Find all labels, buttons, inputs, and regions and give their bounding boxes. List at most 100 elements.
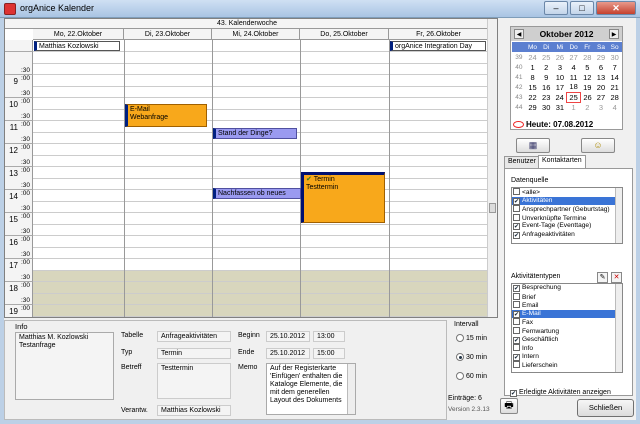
checkbox-icon[interactable] [513,344,520,352]
list-item-selected[interactable]: ✔ Aktivitäten [512,196,622,206]
list-item[interactable]: Fax [512,318,622,327]
slot-row[interactable] [33,64,489,75]
checkbox-checked-icon[interactable]: ✔ [510,390,517,397]
day-cell-highlighted[interactable]: 25 [566,91,581,103]
checkbox-checked-icon[interactable]: ✔ [513,197,520,205]
day-header-do[interactable]: Do, 25.Oktober [300,29,389,40]
checkbox-icon[interactable] [513,301,520,309]
day-cell[interactable]: 25 [539,52,553,62]
day-cell[interactable]: 8 [526,72,540,82]
list-scrollbar[interactable] [615,188,622,243]
interval-option-30[interactable]: 30 min [456,353,487,361]
scrollbar-thumb[interactable] [489,203,496,213]
list-item[interactable]: Brief [512,292,622,302]
slot-row-offhours[interactable] [33,305,489,317]
day-cell[interactable]: 14 [608,72,622,82]
day-cell[interactable]: 18 [567,82,581,92]
day-cell[interactable]: 24 [553,92,567,102]
day-cell[interactable]: 26 [580,92,594,102]
day-cell[interactable]: 22 [526,92,540,102]
list-item[interactable]: Info [512,344,622,353]
checkbox-icon[interactable] [513,318,520,326]
appointment-di-email[interactable]: E-Mail Webanfrage [125,104,207,127]
day-header-di[interactable]: Di, 23.Oktober [124,29,212,40]
day-cell[interactable]: 17 [553,82,567,92]
erledigt-checkbox[interactable]: ✔ Erledigte Aktivitäten anzeigen [510,389,611,397]
slot-row[interactable] [33,248,489,259]
list-item[interactable]: Fernwartung [512,326,622,336]
tab-benutzer[interactable]: Benutzer [504,156,541,168]
contacts-button[interactable]: ☺ [581,138,615,153]
interval-option-60[interactable]: 60 min [456,372,487,380]
list-item[interactable]: Ansprechpartner (Geburtstag) [512,205,622,214]
slot-row[interactable] [33,167,489,179]
appointment-mi-nachfassen[interactable]: Nachfassen ob neues [213,188,301,199]
day-cell[interactable]: 31 [553,102,567,112]
list-item[interactable]: <alle> [512,188,622,197]
checkbox-checked-icon[interactable]: ✔ [513,285,520,292]
time-grid[interactable]: :30 9:00:30 10:00:30 11:00:30 12:00:30 1… [5,40,489,317]
day-cell[interactable]: 30 [608,52,622,62]
day-cell[interactable]: 4 [567,62,581,72]
day-cell[interactable]: 3 [594,102,608,112]
day-cell[interactable]: 2 [539,62,553,72]
day-header-fr[interactable]: Fr, 26.Oktober [389,29,489,40]
today-link[interactable]: Heute: 07.08.2012 [513,120,593,129]
list-item[interactable]: Email [512,301,622,310]
checkbox-icon[interactable] [513,361,520,369]
day-cell[interactable]: 28 [580,52,594,62]
next-month-button[interactable]: ▶ [609,29,619,39]
slot-row[interactable] [33,98,489,110]
list-item[interactable]: ✔ Besprechung [512,284,622,293]
day-cell[interactable]: 7 [608,62,622,72]
checkbox-checked-icon[interactable]: ✔ [513,223,520,231]
day-cell[interactable]: 29 [594,52,608,62]
day-cell[interactable]: 9 [539,72,553,82]
slot-row[interactable] [33,156,489,167]
day-cell[interactable]: 19 [580,82,594,92]
day-cell[interactable]: 1 [567,102,581,112]
checkbox-icon[interactable] [513,326,520,334]
list-item[interactable]: ✔ Intern [512,353,622,362]
day-cell[interactable]: 21 [608,82,622,92]
slot-row[interactable] [33,144,489,156]
datenquelle-list[interactable]: <alle> ✔ Aktivitäten Ansprechpartner (Geb… [511,187,623,244]
day-cell[interactable]: 2 [580,102,594,112]
checkbox-checked-icon[interactable]: ✔ [513,310,520,318]
close-window-button[interactable]: ✕ [596,1,636,15]
edit-types-button[interactable]: ✎ [597,272,608,283]
day-cell[interactable]: 24 [526,52,540,62]
calendar-scrollbar[interactable] [487,19,497,317]
day-cell[interactable]: 23 [539,92,553,102]
day-cell[interactable]: 28 [608,92,622,102]
appointment-mo-allday[interactable]: Matthias Kozlowski [34,41,120,51]
day-cell[interactable]: 29 [526,102,540,112]
day-cell[interactable]: 6 [594,62,608,72]
list-scrollbar[interactable] [615,284,622,372]
day-header-mo[interactable]: Mo, 22.Oktober [33,29,124,40]
list-item[interactable]: Unverknüpfte Termine [512,213,622,223]
slot-row-offhours[interactable] [33,316,489,317]
checkbox-checked-icon[interactable]: ✔ [513,353,520,361]
print-button[interactable]: 🖶 [500,398,518,414]
list-item[interactable]: Lieferschein [512,361,622,370]
maximize-button[interactable]: □ [570,1,594,15]
slot-row[interactable] [33,259,489,271]
appointment-do-termin[interactable]: ✔ Termin Testtermin [301,172,385,223]
checkbox-checked-icon[interactable]: ✔ [513,336,520,344]
minimize-button[interactable]: – [544,1,568,15]
day-cell[interactable]: 15 [526,82,540,92]
checkbox-icon[interactable] [513,205,520,213]
slot-row[interactable] [33,52,489,64]
aktivitaetentypen-list[interactable]: ✔ Besprechung Brief Email ✔ E-Mail Fax Fer… [511,283,623,373]
day-cell[interactable]: 10 [553,72,567,82]
slot-row-offhours[interactable] [33,270,489,282]
list-item[interactable]: ✔ Anfrageaktivitäten [512,231,622,240]
day-cell[interactable]: 4 [608,102,622,112]
appointment-fr-allday[interactable]: orgAnice Integration Day [390,41,486,51]
day-cell[interactable]: 1 [526,62,540,72]
tab-kontaktarten[interactable]: Kontaktarten [538,155,586,168]
day-cell[interactable]: 12 [580,72,594,82]
day-cell[interactable]: 16 [539,82,553,92]
day-cell[interactable]: 30 [539,102,553,112]
